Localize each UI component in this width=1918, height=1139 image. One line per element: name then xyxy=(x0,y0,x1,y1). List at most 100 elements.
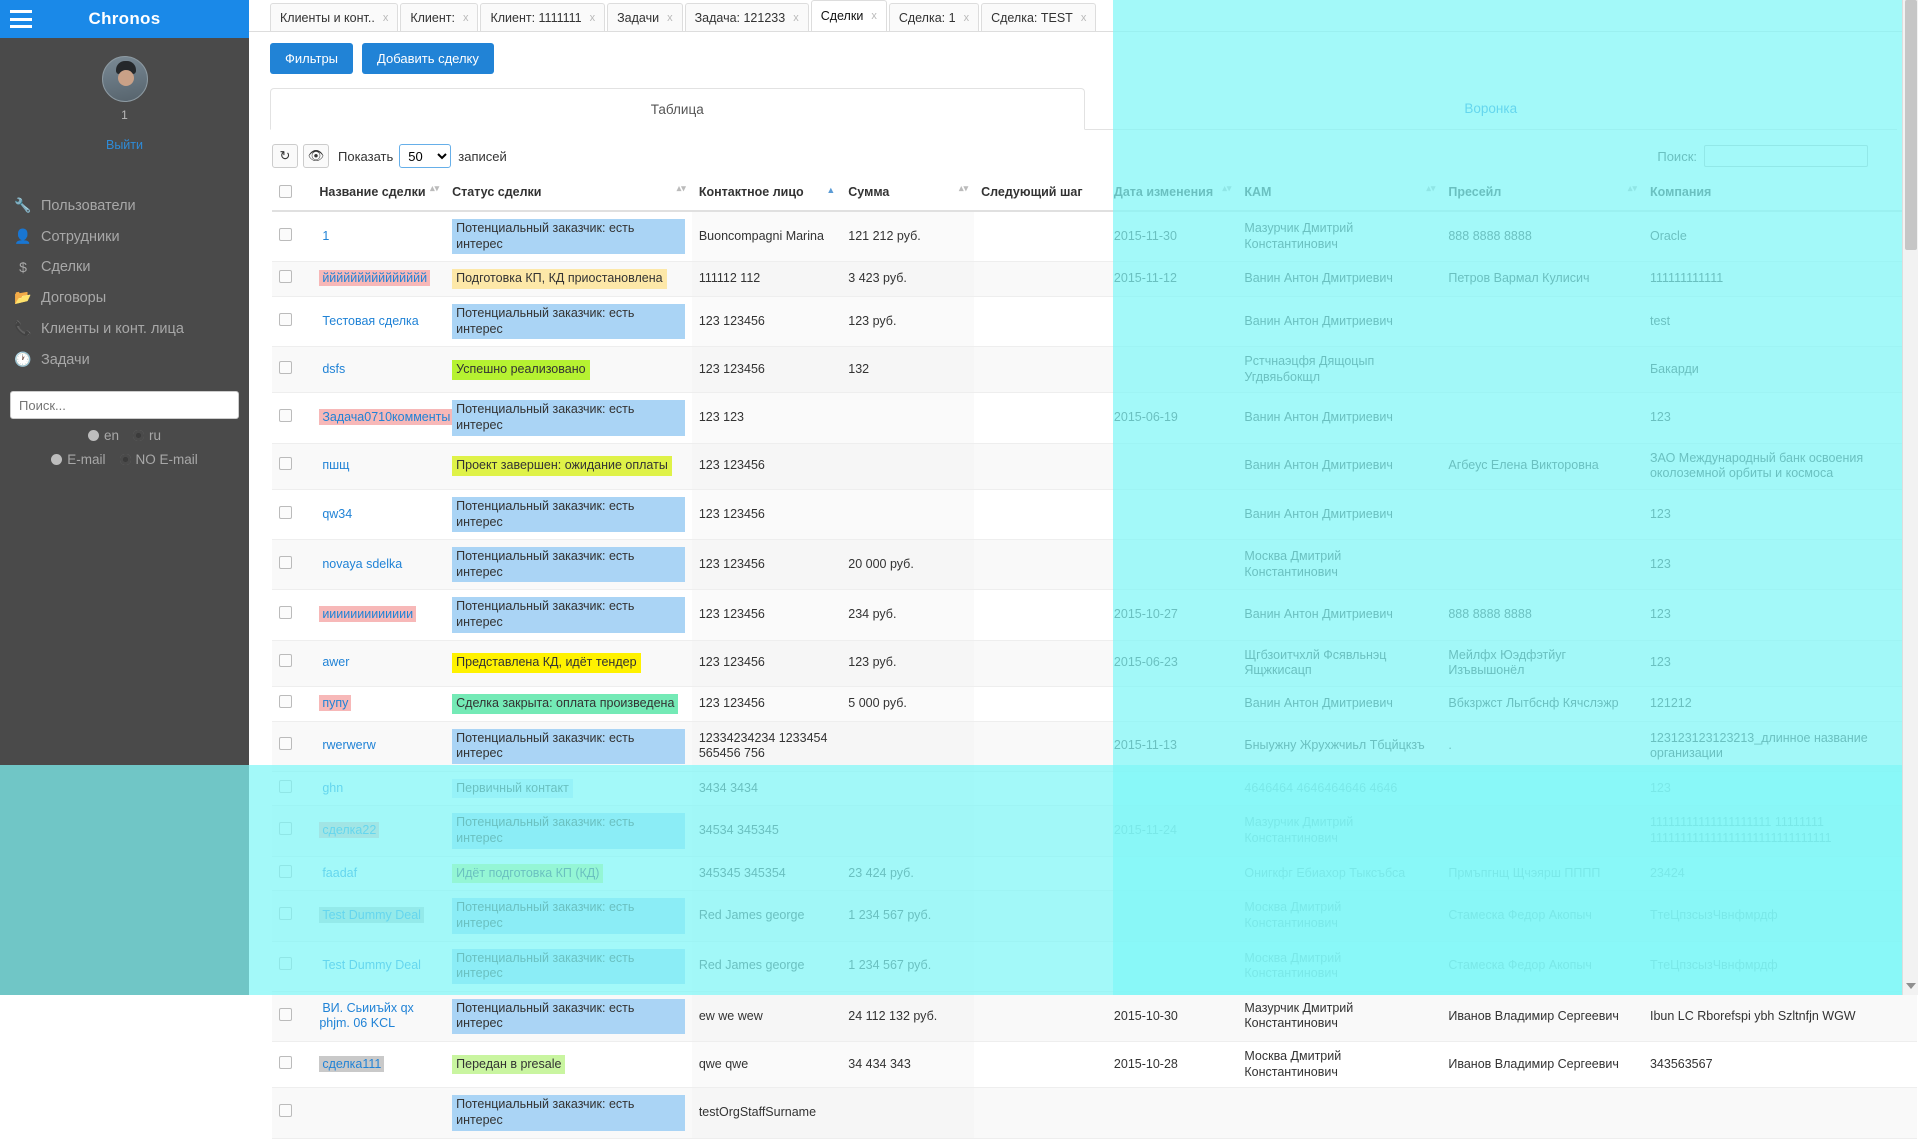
page-length-select[interactable]: 102550100 xyxy=(399,144,452,168)
deal-name-link[interactable]: awer xyxy=(319,654,352,670)
tab-close-icon[interactable]: x xyxy=(383,12,389,24)
column-header-next[interactable]: Следующий шаг xyxy=(974,177,1107,212)
column-header-contact[interactable]: Контактное лицо ▲ xyxy=(691,177,842,212)
deal-name-link[interactable]: пшщ xyxy=(319,457,352,473)
row-checkbox[interactable] xyxy=(279,1055,292,1069)
deal-name-link[interactable]: ййййййййййййййй xyxy=(319,270,431,287)
column-header-date[interactable]: Дата изменения ▴▾ xyxy=(1106,177,1238,212)
table-row[interactable]: Test Dummy Deal Потенциальный заказчик: е… xyxy=(272,941,1917,992)
column-header-presale[interactable]: Пресейл ▴▾ xyxy=(1441,177,1643,212)
tab-close-icon[interactable]: x xyxy=(590,12,596,24)
eye-icon[interactable]: 👁 xyxy=(303,144,329,168)
row-checkbox[interactable] xyxy=(279,457,292,471)
filters-button[interactable]: Фильтры xyxy=(270,43,354,74)
deal-name-link[interactable]: novaya sdelka xyxy=(319,556,405,572)
tab-close-icon[interactable]: x xyxy=(1081,12,1087,24)
table-row[interactable]: пшщ Проект завершен: ожидание оплаты 123 1… xyxy=(272,443,1917,490)
row-checkbox[interactable] xyxy=(279,1007,292,1021)
tab-7[interactable]: Сделка: 1 x xyxy=(888,3,980,31)
row-checkbox[interactable] xyxy=(279,737,292,751)
tab-4[interactable]: Задачи x xyxy=(607,3,683,31)
sidebar-item-users[interactable]: 🔧 Пользователи xyxy=(0,190,249,221)
sort-both-icon[interactable]: ▴▾ xyxy=(1628,184,1637,193)
tab-1[interactable]: Клиенты и конт.. x xyxy=(270,3,399,31)
table-row[interactable]: иииииииииииии Потенциальный заказчик: ест… xyxy=(272,589,1917,641)
tab-close-icon[interactable]: x xyxy=(871,10,877,22)
table-row[interactable]: dsfs Успешно реализовано 123 123456 132 Рстч… xyxy=(272,346,1917,394)
row-checkbox[interactable] xyxy=(279,864,292,878)
deal-name-link[interactable] xyxy=(319,1104,325,1120)
sidebar-item-employees[interactable]: 👤 Сотрудники xyxy=(0,221,249,252)
column-header-sum[interactable]: Сумма ▴▾ xyxy=(841,177,975,212)
deal-name-link[interactable]: пупу xyxy=(319,694,352,711)
column-header-company[interactable]: Компания▴▾ xyxy=(1642,177,1917,212)
vertical-scrollbar[interactable] xyxy=(1902,0,1918,995)
sidebar-item-clients[interactable]: 📞 Клиенты и конт. лица xyxy=(0,313,249,344)
row-checkbox[interactable] xyxy=(279,822,292,836)
row-checkbox[interactable] xyxy=(279,606,292,620)
row-checkbox[interactable] xyxy=(279,555,292,569)
table-row[interactable]: сделка111 Передан в presale qwe qwe 34 434 … xyxy=(272,1041,1917,1089)
table-row[interactable]: ghn Первичный контакт 3434 3434 4646464 464… xyxy=(272,771,1917,807)
deal-name-link[interactable]: rwerwerw xyxy=(319,737,378,753)
table-row[interactable]: Test Dummy Deal Потенциальный заказчик: е… xyxy=(272,890,1917,942)
scroll-down-arrow-icon[interactable] xyxy=(1906,983,1916,989)
logout-link[interactable]: Выйти xyxy=(0,138,249,152)
row-checkbox[interactable] xyxy=(279,312,292,326)
deal-name-link[interactable]: 1 xyxy=(319,228,332,244)
column-header-kam[interactable]: КАМ ▴▾ xyxy=(1237,177,1442,212)
scrollbar-thumb[interactable] xyxy=(1905,0,1917,250)
table-row[interactable]: пупу Сделка закрыта: оплата произведена 12… xyxy=(272,686,1917,722)
deal-name-link[interactable]: dsfs xyxy=(319,361,348,377)
sort-both-icon[interactable]: ▴▾ xyxy=(677,184,686,193)
table-row[interactable]: Задача0710комменты Потенциальный заказчик… xyxy=(272,392,1917,444)
row-checkbox[interactable] xyxy=(279,505,292,519)
tab-close-icon[interactable]: x xyxy=(667,12,673,24)
column-header-name[interactable]: Название сделки ▴▾ xyxy=(312,177,446,212)
table-row[interactable]: novaya sdelka Потенциальный заказчик: ест… xyxy=(272,539,1917,591)
row-checkbox[interactable] xyxy=(279,227,292,241)
tab-8[interactable]: Сделка: TEST x xyxy=(981,3,1097,31)
deal-name-link[interactable]: сделка111 xyxy=(319,1055,385,1072)
sidebar-search-input[interactable] xyxy=(10,391,239,419)
table-row[interactable]: qw34 Потенциальный заказчик: есть интерес… xyxy=(272,489,1917,541)
tab-3[interactable]: Клиент: 1111111 x xyxy=(480,3,606,31)
deal-name-link[interactable]: Задача0710комменты xyxy=(319,409,454,426)
deal-name-link[interactable]: faadaf xyxy=(319,865,360,881)
panel-tab-2[interactable]: Воронка xyxy=(1085,88,1898,129)
row-checkbox[interactable] xyxy=(279,957,292,971)
radio-no-email[interactable]: NO E-mail xyxy=(119,452,198,467)
table-row[interactable]: Потенциальный заказчик: есть интерес test… xyxy=(272,1087,1917,1139)
deal-name-link[interactable]: Тестовая сделка xyxy=(319,313,421,329)
row-checkbox[interactable] xyxy=(279,270,292,284)
select-all-checkbox[interactable] xyxy=(279,185,292,198)
sort-both-icon[interactable]: ▴▾ xyxy=(1426,184,1435,193)
table-row[interactable]: сделка22 Потенциальный заказчик: есть инт… xyxy=(272,805,1917,857)
table-row[interactable]: ййййййййййййййй Подготовка КП, КД приоста… xyxy=(272,261,1917,297)
sort-both-icon[interactable]: ▴▾ xyxy=(1222,184,1231,193)
tab-close-icon[interactable]: x xyxy=(463,12,469,24)
radio-email[interactable]: E-mail xyxy=(51,452,106,467)
table-row[interactable]: rwerwerw Потенциальный заказчик: есть инт… xyxy=(272,721,1917,772)
row-checkbox[interactable] xyxy=(279,360,292,374)
deal-name-link[interactable]: иииииииииииии xyxy=(319,606,417,623)
table-row[interactable]: Тестовая сделка Потенциальный заказчик: е… xyxy=(272,296,1917,348)
deal-name-link[interactable]: ghn xyxy=(319,780,346,796)
tab-5[interactable]: Задача: 121233 x xyxy=(684,3,809,31)
sort-asc-icon[interactable]: ▲ xyxy=(826,186,835,195)
tab-6[interactable]: Сделки x xyxy=(810,0,887,31)
sidebar-item-tasks[interactable]: 🕐 Задачи xyxy=(0,344,249,375)
tab-close-icon[interactable]: x xyxy=(793,12,799,24)
deal-name-link[interactable]: Test Dummy Deal xyxy=(319,957,424,973)
tab-close-icon[interactable]: x xyxy=(964,12,970,24)
sort-both-icon[interactable]: ▴▾ xyxy=(430,184,439,193)
deal-name-link[interactable]: qw34 xyxy=(319,506,355,522)
deal-name-link[interactable]: Test Dummy Deal xyxy=(319,907,424,924)
row-checkbox[interactable] xyxy=(279,1104,292,1118)
table-row[interactable]: ВИ. Сьииъйх qx phjm. 06 KCL Потенциальный… xyxy=(272,991,1917,1043)
table-row[interactable]: 1 Потенциальный заказчик: есть интерес Buo… xyxy=(272,211,1917,263)
deal-name-link[interactable]: сделка22 xyxy=(319,822,380,839)
row-checkbox[interactable] xyxy=(279,654,292,668)
sort-both-icon[interactable]: ▴▾ xyxy=(959,184,968,193)
tab-2[interactable]: Клиент: x xyxy=(400,3,479,31)
